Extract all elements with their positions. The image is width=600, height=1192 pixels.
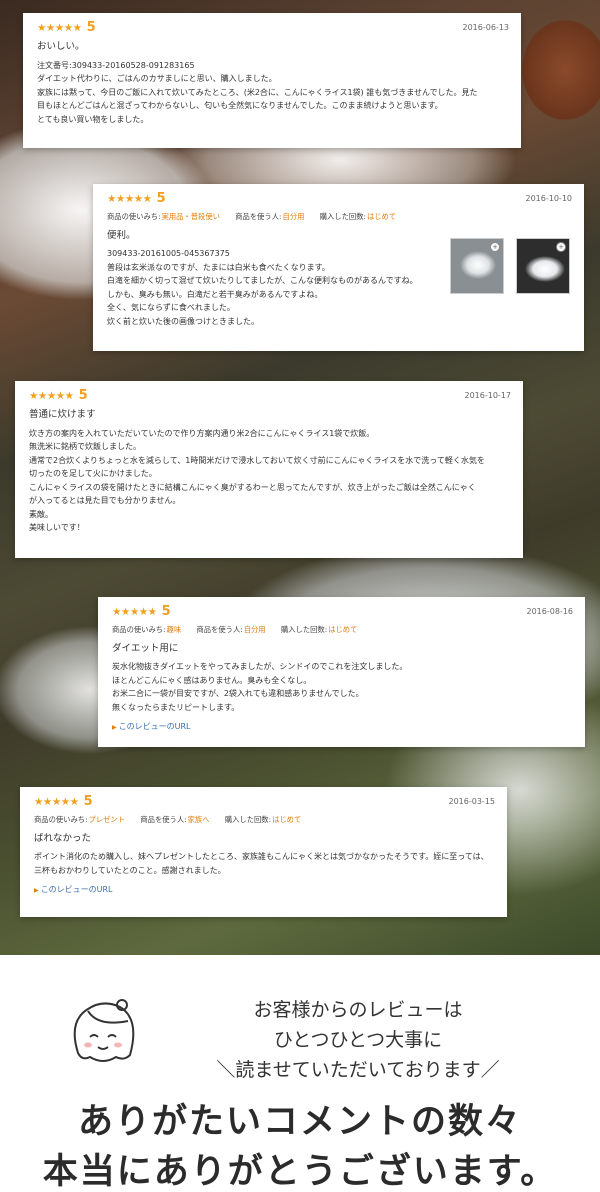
review-score: 5 bbox=[78, 387, 88, 403]
review-meta: 商品の使いみち:実用品・普段使い 商品を使う人:自分用 購入した回数:はじめて bbox=[107, 210, 572, 224]
star-rating-icon: ★★★★★ bbox=[37, 21, 82, 34]
review-line: 炊く前と炊いた後の画像つけときました。 bbox=[107, 316, 259, 326]
review-url-link[interactable]: ▶ このレビューのURL bbox=[34, 883, 495, 898]
star-rating-icon: ★★★★★ bbox=[29, 389, 74, 402]
rice-after-photo[interactable]: + bbox=[516, 238, 570, 294]
review-meta: 商品の使いみち:趣味 商品を使う人:自分用 購入した回数:はじめて bbox=[112, 623, 573, 637]
meta-key: 商品の使いみち: bbox=[107, 212, 161, 221]
review-body: 炭水化物抜きダイエットをやってみましたが、シンドイのでこれを注文しました。 ほと… bbox=[112, 660, 573, 714]
meta-key: 商品を使う人: bbox=[196, 625, 243, 634]
review-body: ポイント消化のため購入し、妹へプレゼントしたところ、家族誰もこんにゃく米とは気づ… bbox=[34, 850, 495, 877]
review-line: 美味しいです！ bbox=[29, 523, 85, 532]
headline-line-1: ありがたいコメントの数々 bbox=[77, 1102, 522, 1142]
meta-key: 購入した回数: bbox=[319, 212, 366, 221]
meta-key: 商品を使う人: bbox=[235, 212, 282, 221]
triangle-right-icon: ▶ bbox=[112, 724, 117, 731]
meta-value: はじめて bbox=[272, 815, 302, 824]
zoom-icon[interactable]: + bbox=[556, 242, 566, 252]
review-line: とても良い買い物をしました。 bbox=[37, 114, 149, 124]
meta-value: はじめて bbox=[366, 212, 397, 221]
meta-key: 商品の使いみち: bbox=[112, 625, 166, 634]
review-line: 三杯もおかわりしていたとのこと。感謝されました。 bbox=[34, 865, 226, 875]
star-rating-icon: ★★★★★ bbox=[34, 795, 79, 808]
meta-key: 商品の使いみち: bbox=[34, 815, 88, 824]
meta-value: プレゼント bbox=[88, 815, 126, 824]
review-line: 通常で2合炊くよりちょっと水を減らして、1時間米だけで浸水しておいて炊く寸前にこ… bbox=[29, 455, 485, 465]
thank-you-section: お客様からのレビューは ひとつひとつ大事に ＼読ませていただいております／ あり… bbox=[0, 955, 600, 1192]
review-title: ばれなかった bbox=[34, 832, 92, 844]
review-date: 2016-03-15 bbox=[448, 797, 496, 807]
meta-value: はじめて bbox=[328, 625, 358, 634]
review-score: 5 bbox=[86, 19, 96, 35]
message-line: お客様からのレビューは bbox=[253, 999, 463, 1021]
zoom-icon[interactable]: + bbox=[490, 242, 500, 252]
review-date: 2016-08-16 bbox=[526, 607, 574, 617]
headline-line-2: 本当にありがとうございます。 bbox=[42, 1152, 558, 1192]
review-title: ダイエット用に bbox=[112, 642, 179, 654]
review-line: 炊き方の案内を入れていただいていたので作り方案内通り米2合にこんにゃくライス1袋… bbox=[29, 428, 375, 438]
triangle-right-icon: ▶ bbox=[34, 887, 39, 894]
review-body: 注文番号:309433-20160528-091283165 ダイエット代わりに… bbox=[37, 59, 509, 127]
review-line: お米二合に一袋が目安ですが、2袋入れても違和感ありませんでした。 bbox=[112, 689, 364, 698]
review-line: ポイント消化のため購入し、妹へプレゼントしたところ、家族誰もこんにゃく米とは気づ… bbox=[34, 852, 489, 861]
review-line: こんにゃくライスの袋を開けたときに結構こんにゃく臭がするわーと思ってたんですが、… bbox=[29, 482, 476, 492]
review-line: 注文番号:309433-20160528-091283165 bbox=[37, 60, 195, 70]
review-title: おいしい。 bbox=[37, 41, 85, 52]
review-url-label[interactable]: このレビューのURL bbox=[119, 722, 191, 731]
review-line: 切ったのを足して火にかけました。 bbox=[29, 469, 157, 478]
review-line: 家族には黙って、今日のご飯に入れて炊いてみたところ、(米2合に、こんにゃくライス… bbox=[37, 87, 478, 97]
review-score: 5 bbox=[156, 190, 166, 206]
review-line: ダイエット代わりに、ごはんのカサましにと思い、購入しました。 bbox=[37, 74, 277, 83]
review-line: ほとんどこんにゃく感はありません。臭みも全くなし。 bbox=[112, 675, 312, 685]
review-line: 目もほとんどごはんと混ざってわからないし、匂いも全然気になりませんでした。このま… bbox=[37, 101, 443, 110]
review-date: 2016-10-17 bbox=[464, 391, 512, 401]
review-url-label[interactable]: このレビューのURL bbox=[41, 885, 113, 894]
review-photos: + + bbox=[450, 238, 570, 294]
meta-key: 購入した回数: bbox=[280, 625, 328, 634]
review-header: ★★★★★ 5 2016-08-16 bbox=[112, 605, 573, 619]
review-title: 普通に炊けます bbox=[29, 409, 96, 420]
message-line: ＼読ませていただいております／ bbox=[216, 1059, 500, 1081]
review-body: 炊き方の案内を入れていただいていたので作り方案内通り米2合にこんにゃくライス1袋… bbox=[29, 427, 511, 535]
review-header: ★★★★★ 5 2016-10-17 bbox=[29, 389, 511, 403]
review-line: が入ってるとは見た目でも分かりません。 bbox=[29, 496, 181, 505]
star-rating-icon: ★★★★★ bbox=[107, 192, 152, 205]
review-url-link[interactable]: ▶ このレビューのURL bbox=[112, 720, 573, 735]
meta-value: 自分用 bbox=[243, 625, 266, 634]
meta-key: 商品を使う人: bbox=[140, 815, 187, 824]
meta-value: 自分用 bbox=[282, 212, 305, 221]
rice-before-photo[interactable]: + bbox=[450, 238, 504, 294]
review-card: ★★★★★ 5 2016-06-13 おいしい。 注文番号:309433-2016… bbox=[23, 13, 521, 148]
meta-key: 購入した回数: bbox=[224, 815, 272, 824]
review-header: ★★★★★ 5 2016-06-13 bbox=[37, 21, 509, 35]
review-line: 炭水化物抜きダイエットをやってみましたが、シンドイのでこれを注文しました。 bbox=[112, 662, 408, 671]
review-header: ★★★★★ 5 2016-03-15 bbox=[34, 795, 495, 809]
review-card: ★★★★★ 5 2016-03-15 商品の使いみち:プレゼント 商品を使う人:家… bbox=[20, 787, 507, 917]
review-header: ★★★★★ 5 2016-10-10 bbox=[107, 192, 572, 206]
review-date: 2016-10-10 bbox=[525, 194, 573, 204]
review-date: 2016-06-13 bbox=[462, 23, 510, 33]
star-rating-icon: ★★★★★ bbox=[112, 605, 157, 618]
message-line: ひとつひとつ大事に bbox=[273, 1029, 443, 1051]
review-score: 5 bbox=[161, 603, 171, 619]
review-score: 5 bbox=[83, 793, 93, 809]
meta-value: 実用品・普段使い bbox=[161, 212, 220, 221]
review-meta: 商品の使いみち:プレゼント 商品を使う人:家族へ 購入した回数:はじめて bbox=[34, 813, 495, 827]
meta-value: 趣味 bbox=[166, 625, 182, 634]
message-text: お客様からのレビューは ひとつひとつ大事に ＼読ませていただいております／ bbox=[168, 995, 548, 1085]
girl-face-icon bbox=[73, 999, 135, 1062]
review-card: ★★★★★ 5 2016-08-16 商品の使いみち:趣味 商品を使う人:自分用 … bbox=[98, 597, 585, 747]
review-card: ★★★★★ 5 2016-10-10 商品の使いみち:実用品・普段使い 商品を使う… bbox=[93, 184, 584, 351]
meta-value: 家族へ bbox=[187, 815, 210, 824]
review-line: 無くなったらまたリピートします。 bbox=[112, 702, 240, 712]
review-card: ★★★★★ 5 2016-10-17 普通に炊けます 炊き方の案内を入れていただい… bbox=[15, 381, 523, 558]
review-line: 全く、気にならずに食べれました。 bbox=[107, 303, 235, 312]
review-line: 素敵。 bbox=[29, 509, 53, 519]
review-line: 無洗米に銘柄で炊飯しました。 bbox=[29, 442, 141, 451]
